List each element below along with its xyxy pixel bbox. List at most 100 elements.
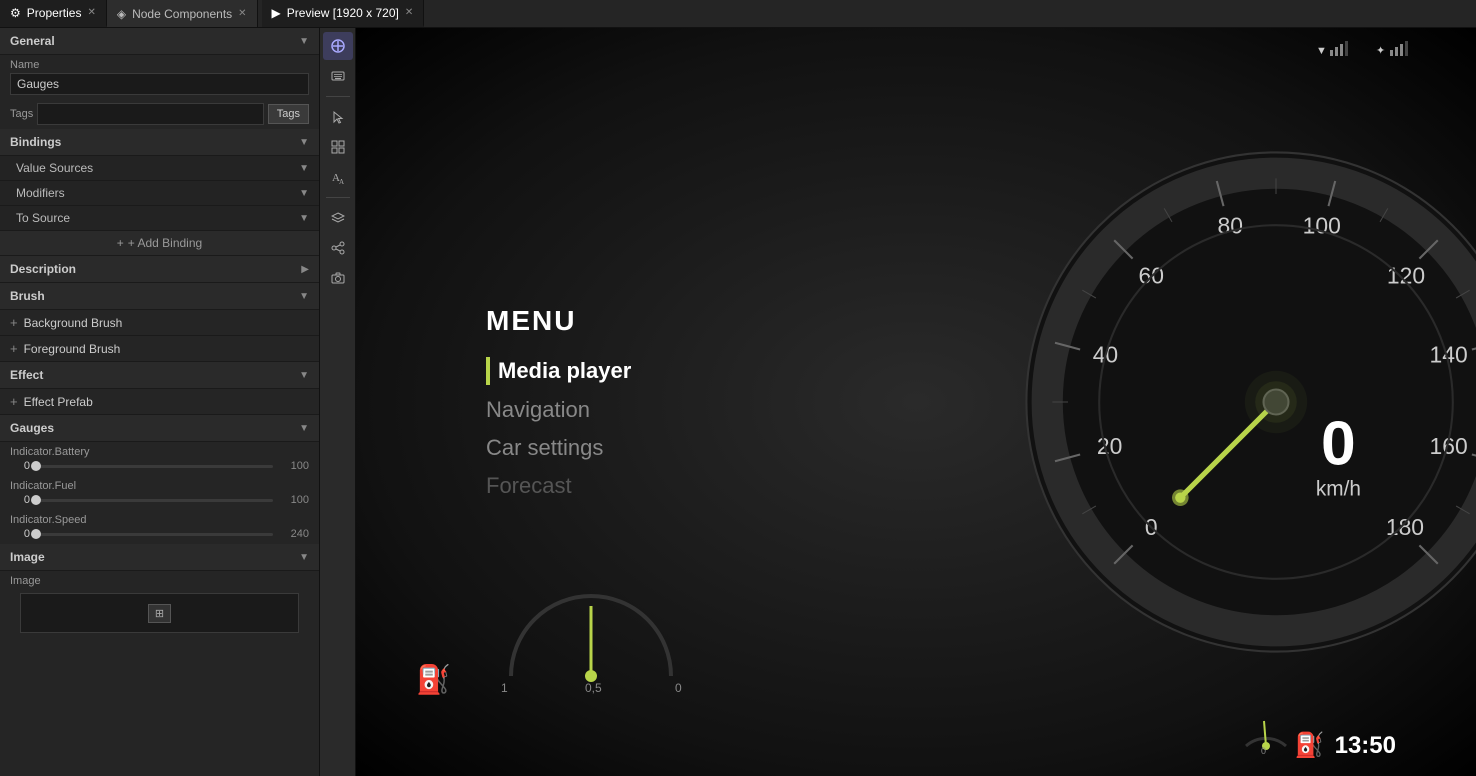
tab-properties-close[interactable]: ✕	[87, 7, 95, 18]
tool-sidebar: A A	[320, 28, 356, 776]
small-fuel-gauge-svg: 0	[1236, 696, 1296, 756]
background-brush-plus-icon: +	[10, 315, 18, 330]
svg-text:0: 0	[1261, 746, 1266, 756]
properties-icon: ⚙	[10, 6, 21, 20]
section-gauges-arrow: ▼	[299, 423, 309, 434]
indicator-battery-max: 100	[279, 460, 309, 472]
section-brush-arrow: ▼	[299, 291, 309, 302]
section-image-arrow: ▼	[299, 552, 309, 563]
add-binding-button[interactable]: + + Add Binding	[0, 231, 319, 256]
preview-area: ▼ ✦	[356, 28, 1476, 776]
dashboard: ▼ ✦	[356, 28, 1476, 776]
fuel-bottom-area: 0	[1236, 696, 1296, 756]
indicator-fuel-min: 0	[10, 494, 30, 506]
tool-keyboard[interactable]	[323, 62, 353, 90]
tab-preview[interactable]: ▶ Preview [1920 x 720] ✕	[262, 0, 425, 27]
section-image-title: Image	[10, 550, 45, 564]
foreground-brush-plus-icon: +	[10, 341, 18, 356]
section-general[interactable]: General ▼	[0, 28, 319, 55]
foreground-brush-item[interactable]: + Foreground Brush	[0, 336, 319, 362]
section-effect[interactable]: Effect ▼	[0, 362, 319, 389]
tab-preview-close[interactable]: ✕	[405, 7, 413, 18]
section-gauges-title: Gauges	[10, 421, 54, 435]
indicator-speed-max: 240	[279, 528, 309, 540]
status-bar-top: ▼ ✦	[1316, 40, 1416, 61]
indicator-fuel-label: Indicator.Fuel	[0, 476, 319, 492]
svg-text:km/h: km/h	[1316, 478, 1361, 501]
bluetooth-indicator: ✦	[1376, 40, 1416, 61]
menu-item-forecast[interactable]: Forecast	[486, 473, 631, 499]
menu-item-navigation[interactable]: Navigation	[486, 397, 631, 423]
menu-item-forecast-label: Forecast	[486, 473, 572, 499]
indicator-speed-thumb[interactable]	[31, 529, 41, 539]
tool-text-size[interactable]: A A	[323, 163, 353, 191]
foreground-brush-label: Foreground Brush	[24, 342, 121, 356]
background-brush-label: Background Brush	[24, 316, 123, 330]
section-image[interactable]: Image ▼	[0, 544, 319, 571]
section-bindings[interactable]: Bindings ▼	[0, 129, 319, 156]
effect-prefab-plus-icon: +	[10, 394, 18, 409]
tab-node-components-close[interactable]: ✕	[238, 8, 246, 19]
menu-item-media-player[interactable]: Media player	[486, 357, 631, 385]
indicator-battery-track[interactable]	[36, 465, 273, 468]
preview-play-icon: ▶	[272, 6, 281, 20]
indicator-battery-label: Indicator.Battery	[0, 442, 319, 458]
indicator-fuel-thumb[interactable]	[31, 495, 41, 505]
name-row: Name	[0, 55, 319, 99]
clock-time: 13:50	[1335, 732, 1396, 760]
to-source-section[interactable]: To Source ▼	[0, 206, 319, 231]
menu-item-car-settings[interactable]: Car settings	[486, 435, 631, 461]
section-gauges[interactable]: Gauges ▼	[0, 415, 319, 442]
effect-prefab-label: Effect Prefab	[24, 395, 93, 409]
fuel-gauge-area: ⛽ 1 0,5 0	[416, 576, 691, 696]
svg-text:20: 20	[1097, 433, 1122, 459]
indicator-speed-row: 0 240	[0, 526, 319, 544]
svg-text:A: A	[339, 178, 344, 184]
svg-text:120: 120	[1387, 262, 1425, 288]
modifiers-arrow: ▼	[299, 188, 309, 199]
add-binding-label: + Add Binding	[128, 236, 202, 250]
background-brush-item[interactable]: + Background Brush	[0, 310, 319, 336]
tool-layers[interactable]	[323, 204, 353, 232]
clock-fuel-icon: ⛽	[1295, 731, 1325, 760]
section-brush[interactable]: Brush ▼	[0, 283, 319, 310]
svg-text:1: 1	[501, 681, 508, 695]
indicator-speed-track[interactable]	[36, 533, 273, 536]
modifiers-label: Modifiers	[16, 186, 65, 200]
indicator-fuel-max: 100	[279, 494, 309, 506]
svg-text:0: 0	[1321, 409, 1356, 478]
indicator-battery-min: 0	[10, 460, 30, 472]
tags-button[interactable]: Tags	[268, 104, 309, 124]
tags-label: Tags	[10, 108, 33, 120]
svg-text:0,5: 0,5	[585, 681, 602, 695]
image-browse-button[interactable]: ⊞	[148, 604, 171, 623]
menu-item-media-player-label: Media player	[498, 358, 631, 384]
name-label: Name	[10, 59, 309, 71]
tab-properties[interactable]: ⚙ Properties ✕	[0, 0, 107, 27]
signal-indicator: ▼	[1316, 40, 1356, 61]
tool-camera[interactable]	[323, 264, 353, 292]
name-input[interactable]	[10, 73, 309, 95]
tool-pointer-cursor[interactable]	[323, 32, 353, 60]
value-sources-section[interactable]: Value Sources ▼	[0, 156, 319, 181]
menu-title: MENU	[486, 305, 631, 337]
section-general-title: General	[10, 34, 55, 48]
indicator-fuel-track[interactable]	[36, 499, 273, 502]
tool-grid[interactable]	[323, 133, 353, 161]
indicator-speed-label: Indicator.Speed	[0, 510, 319, 526]
indicator-fuel-row: 0 100	[0, 492, 319, 510]
indicator-battery-thumb[interactable]	[31, 461, 41, 471]
tab-node-components[interactable]: ◈ Node Components ✕	[107, 0, 258, 27]
modifiers-section[interactable]: Modifiers ▼	[0, 181, 319, 206]
tab-preview-label: Preview [1920 x 720]	[287, 6, 399, 20]
section-bindings-title: Bindings	[10, 135, 61, 149]
tags-input[interactable]	[37, 103, 264, 125]
value-sources-label: Value Sources	[16, 161, 93, 175]
image-label: Image	[10, 575, 309, 587]
effect-prefab-item[interactable]: + Effect Prefab	[0, 389, 319, 415]
section-effect-arrow: ▼	[299, 370, 309, 381]
tool-share[interactable]	[323, 234, 353, 262]
section-description[interactable]: Description ▶	[0, 256, 319, 283]
tool-cursor-arrow[interactable]	[323, 103, 353, 131]
speedometer-svg: 0 20 40 60 80 100 120 140 160	[1016, 142, 1476, 662]
